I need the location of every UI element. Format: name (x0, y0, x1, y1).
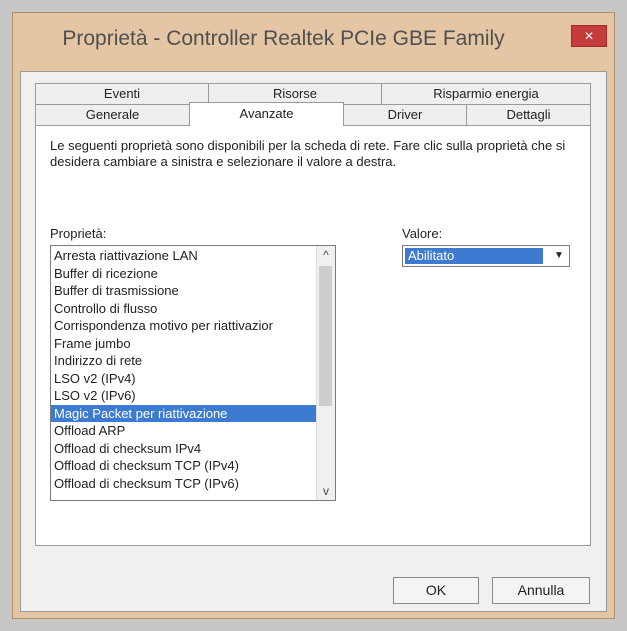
property-listbox[interactable]: Arresta riattivazione LAN Buffer di ricez… (50, 245, 336, 501)
description-text: Le seguenti proprietà sono disponibili p… (50, 138, 566, 169)
property-label: Proprietà: (50, 226, 107, 241)
list-item[interactable]: Buffer di trasmissione (51, 282, 317, 300)
list-item[interactable]: Indirizzo di rete (51, 352, 317, 370)
close-button[interactable]: × (571, 25, 607, 47)
advanced-tab-panel: Le seguenti proprietà sono disponibili p… (35, 125, 591, 546)
list-item[interactable]: LSO v2 (IPv4) (51, 370, 317, 388)
list-item[interactable]: Frame jumbo (51, 335, 317, 353)
tab-dettagli[interactable]: Dettagli (466, 104, 591, 125)
list-item[interactable]: Offload di checksum TCP (IPv6) (51, 475, 317, 493)
value-dropdown[interactable]: Abilitato ▼ (402, 245, 570, 267)
window-title: Proprietà - Controller Realtek PCIe GBE … (62, 27, 505, 50)
scrollbar-thumb[interactable] (319, 266, 332, 406)
list-item[interactable]: Offload ARP (51, 422, 317, 440)
properties-window: Proprietà - Controller Realtek PCIe GBE … (12, 12, 615, 619)
tab-row-bottom: Generale Avanzate Driver Dettagli (35, 102, 591, 126)
value-dropdown-selected: Abilitato (405, 248, 543, 264)
ok-button[interactable]: OK (393, 577, 479, 604)
property-list: Arresta riattivazione LAN Buffer di ricez… (51, 247, 317, 492)
dialog-client-area: Eventi Risorse Risparmio energia General… (20, 71, 607, 612)
list-item[interactable]: Buffer di ricezione (51, 265, 317, 283)
tab-eventi[interactable]: Eventi (35, 83, 209, 104)
list-item[interactable]: LSO v2 (IPv6) (51, 387, 317, 405)
tab-driver[interactable]: Driver (343, 104, 467, 125)
value-label: Valore: (402, 226, 443, 241)
tab-row-top: Eventi Risorse Risparmio energia (35, 83, 591, 104)
scroll-down-icon[interactable]: v (317, 482, 335, 500)
chevron-down-icon[interactable]: ▼ (550, 247, 568, 265)
tab-generale[interactable]: Generale (35, 104, 190, 125)
tab-avanzate[interactable]: Avanzate (189, 102, 344, 126)
list-item[interactable]: Offload di checksum IPv4 (51, 440, 317, 458)
listbox-scrollbar[interactable]: ^ v (316, 246, 335, 500)
cancel-button[interactable]: Annulla (492, 577, 590, 604)
list-item[interactable]: Corrispondenza motivo per riattivazior (51, 317, 317, 335)
list-item[interactable]: Magic Packet per riattivazione (51, 404, 317, 422)
list-item[interactable]: Offload di checksum TCP (IPv4) (51, 457, 317, 475)
scroll-up-icon[interactable]: ^ (317, 246, 335, 264)
list-item[interactable]: Controllo di flusso (51, 300, 317, 318)
tab-risorse[interactable]: Risorse (208, 83, 382, 104)
title-bar[interactable]: Proprietà - Controller Realtek PCIe GBE … (13, 13, 614, 71)
tab-risparmio-energia[interactable]: Risparmio energia (381, 83, 591, 104)
list-item[interactable]: Arresta riattivazione LAN (51, 247, 317, 265)
